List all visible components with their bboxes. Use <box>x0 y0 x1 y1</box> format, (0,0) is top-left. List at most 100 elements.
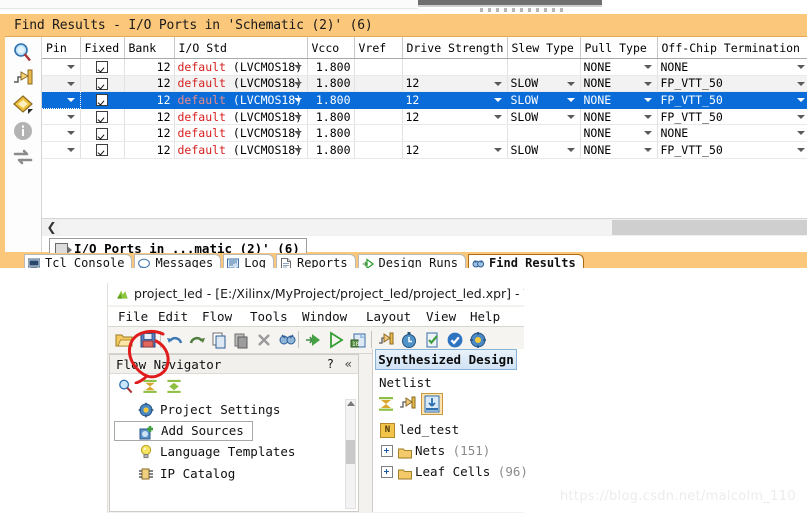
run-icon[interactable] <box>327 331 345 349</box>
expand-icon[interactable] <box>381 466 393 478</box>
cell-bank[interactable]: 12 <box>124 75 175 93</box>
tab-synthesized-design[interactable]: Synthesized Design <box>375 349 517 370</box>
cell-off-chip-termination[interactable]: FP_VTT_50 <box>657 141 807 159</box>
col-vref[interactable]: Vref <box>354 37 403 59</box>
cell-pull-type[interactable]: NONE <box>580 75 658 93</box>
checklist-icon[interactable] <box>423 331 441 349</box>
cell-bank[interactable]: 12 <box>124 91 175 109</box>
menu-tools[interactable]: Tools <box>250 307 288 326</box>
cell-drive-strength[interactable] <box>402 124 508 142</box>
drag-grip-handle[interactable] <box>480 8 565 12</box>
chevron-down-icon[interactable] <box>566 81 575 86</box>
cell-drive-strength[interactable]: 12 <box>402 75 508 93</box>
report-icon[interactable]: 10 <box>350 331 368 349</box>
cell-pull-type[interactable]: NONE <box>580 124 658 142</box>
horizontal-scrollbar[interactable]: ❮ <box>42 218 807 236</box>
cell-fixed[interactable] <box>80 141 125 159</box>
chevron-down-icon[interactable] <box>293 65 302 69</box>
chevron-down-icon[interactable] <box>493 114 502 119</box>
cell-pin[interactable] <box>42 90 81 110</box>
cell-slew-type[interactable] <box>507 124 581 142</box>
cell-vref[interactable] <box>354 75 403 93</box>
copy-icon[interactable] <box>210 331 228 349</box>
refresh-icon[interactable] <box>11 145 35 169</box>
col-fixed[interactable]: Fixed <box>80 37 125 59</box>
chevron-down-icon[interactable] <box>566 98 575 103</box>
chevron-down-icon[interactable] <box>643 65 652 69</box>
fixed-checkbox[interactable] <box>96 111 108 124</box>
chevron-down-icon[interactable] <box>493 81 502 86</box>
table-row[interactable]: 12 default (LVCMOS18) 1.800 NONE NONE <box>42 58 807 76</box>
cell-pull-type[interactable]: NONE <box>580 58 658 76</box>
chevron-down-icon[interactable] <box>796 147 805 152</box>
cell-drive-strength[interactable]: 12 <box>402 108 508 126</box>
cell-pin[interactable] <box>42 124 81 142</box>
chevron-down-icon[interactable] <box>66 98 75 103</box>
chevron-down-icon[interactable] <box>66 114 75 119</box>
chevron-down-icon[interactable] <box>293 114 302 119</box>
chevron-down-icon[interactable] <box>643 98 652 103</box>
cell-off-chip-termination[interactable]: NONE <box>657 58 807 76</box>
menu-edit[interactable]: Edit <box>158 307 188 326</box>
cell-slew-type[interactable]: SLOW <box>507 75 581 93</box>
chevron-down-icon[interactable] <box>66 147 75 152</box>
col-io-std[interactable]: I/O Std <box>174 37 308 59</box>
fixed-checkbox[interactable] <box>96 127 108 140</box>
chevron-down-icon[interactable] <box>643 81 652 86</box>
cell-pin[interactable] <box>42 108 81 126</box>
cell-drive-strength[interactable] <box>402 58 508 76</box>
cell-drive-strength[interactable]: 12 <box>402 91 508 109</box>
cell-off-chip-termination[interactable]: FP_VTT_50 <box>657 108 807 126</box>
menu-window[interactable]: Window <box>302 307 347 326</box>
fixed-checkbox[interactable] <box>96 94 108 107</box>
cell-vref[interactable] <box>354 58 403 76</box>
cell-vcco[interactable]: 1.800 <box>307 91 355 109</box>
cell-off-chip-termination[interactable]: FP_VTT_50 <box>657 75 807 93</box>
cell-io-std[interactable]: default (LVCMOS18) <box>174 141 308 159</box>
cell-pin[interactable] <box>42 141 81 159</box>
table-row[interactable]: 12 default (LVCMOS18) 1.800 12 SLOW NONE FP_VT… <box>42 90 807 110</box>
cell-vcco[interactable]: 1.800 <box>307 108 355 126</box>
col-slew-type[interactable]: Slew Type <box>507 37 581 59</box>
cell-vcco[interactable]: 1.800 <box>307 141 355 159</box>
chevron-down-icon[interactable] <box>796 65 805 69</box>
undo-icon[interactable] <box>166 331 184 349</box>
cell-vref[interactable] <box>354 124 403 142</box>
chevron-down-icon[interactable] <box>66 65 75 69</box>
run-flow-icon[interactable] <box>304 331 322 349</box>
col-vcco[interactable]: Vcco <box>307 37 355 59</box>
chevron-down-icon[interactable] <box>66 81 75 86</box>
cell-vcco[interactable]: 1.800 <box>307 58 355 76</box>
chevron-down-icon[interactable] <box>796 131 805 136</box>
col-pin[interactable]: Pin <box>42 37 81 59</box>
menu-flow[interactable]: Flow <box>202 307 232 326</box>
scroll-left-arrow-icon[interactable]: ❮ <box>45 220 58 234</box>
cell-bank[interactable]: 12 <box>124 141 175 159</box>
table-row[interactable]: 12 default (LVCMOS18) 1.800 12 SLOW NONE FP_VT… <box>42 108 807 126</box>
chevron-down-icon[interactable] <box>643 114 652 119</box>
tree-node-leaf-cells[interactable]: Leaf Cells (96) <box>377 461 528 482</box>
cell-vref[interactable] <box>354 108 403 126</box>
cell-bank[interactable]: 12 <box>124 108 175 126</box>
chevron-down-icon[interactable] <box>643 147 652 152</box>
expand-icon[interactable] <box>381 445 393 457</box>
find-icon[interactable] <box>278 331 296 349</box>
collapse-panel-icon[interactable]: « <box>345 355 352 374</box>
fixed-checkbox[interactable] <box>96 144 108 157</box>
flow-item-ip-catalog[interactable]: IP Catalog <box>114 463 346 485</box>
timing-icon[interactable] <box>400 331 418 349</box>
tree-root-led-test[interactable]: N led_test <box>377 419 523 440</box>
cell-io-std[interactable]: default (LVCMOS18) <box>174 124 308 142</box>
cell-io-std[interactable]: default (LVCMOS18) <box>174 58 308 76</box>
chevron-down-icon[interactable] <box>796 81 805 86</box>
save-icon[interactable] <box>139 331 157 349</box>
col-off-chip-termination[interactable]: Off-Chip Termination <box>657 37 807 59</box>
scrollbar-track[interactable] <box>59 220 612 235</box>
redo-icon[interactable] <box>188 331 206 349</box>
cell-fixed[interactable] <box>80 75 125 93</box>
validate-icon[interactable] <box>446 331 464 349</box>
cell-fixed[interactable] <box>80 58 125 76</box>
collapse-all-icon[interactable] <box>141 378 159 395</box>
cell-drive-strength[interactable]: 12 <box>402 141 508 159</box>
chevron-down-icon[interactable] <box>566 147 575 152</box>
